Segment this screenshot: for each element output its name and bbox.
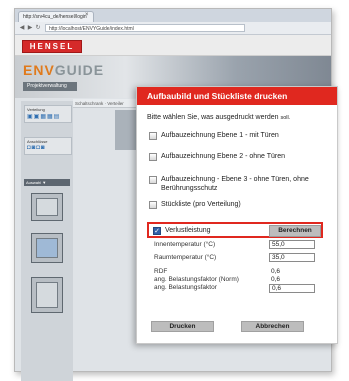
sidebar-section-anschluesse: Anschlüsse ◘◙◘◙ [24,137,72,155]
load-factor-field[interactable]: 0,6 [269,284,315,293]
inner-temperature-label: Innentemperatur (°C) [154,241,216,248]
forward-icon[interactable]: ▶ [27,25,33,31]
option-level2-label: Aufbauzeichnung Ebene 2 - ohne Türen [161,153,286,160]
connection-icons[interactable]: ◘◙◘◙ [27,145,46,151]
project-management-button[interactable]: Projektverwaltung [23,82,77,91]
calculate-button[interactable]: Berechnen [269,225,321,237]
option-level1-checkbox[interactable] [149,132,157,140]
room-temperature-field[interactable]: 35,0 [269,253,315,262]
sidebar-section-verteilung: Verteilung ▣▣▦▦▤ [24,105,72,123]
sidebar-selection-header[interactable]: Auswahl ▼ [24,179,70,186]
rdf-value: 0,6 [271,268,281,275]
hensel-logo[interactable]: HENSEL [22,40,82,53]
load-factor-norm-value: 0,6 [271,276,281,283]
cancel-button[interactable]: Abbrechen [241,321,304,332]
power-loss-label: Verlustleistung [165,227,211,234]
option-parts-list-label: Stückliste (pro Verteilung) [161,201,241,208]
sidebar-section-title: Verteilung [27,107,45,112]
browser-nav-bar: ◀ ▶ ↻ http://localhost/ENVYGuide/index.h… [15,22,331,35]
print-button[interactable]: Drucken [151,321,214,332]
print-dialog: Aufbaubild und Stückliste drucken Bitte … [136,86,338,344]
close-icon[interactable]: × [85,12,89,18]
rdf-label: RDF [154,268,168,275]
option-level2-checkbox[interactable] [149,153,157,161]
dialog-prompt: Bitte wählen Sie, was ausgedruckt werden… [147,114,291,121]
option-level1-label: Aufbauzeichnung Ebene 1 - mit Türen [161,132,279,139]
option-level3-label-continued: Berührungsschutz [161,185,218,192]
room-temperature-label: Raumtemperatur (°C) [154,254,217,261]
inner-temperature-field[interactable]: 55,0 [269,240,315,249]
site-header: HENSEL [15,35,331,56]
option-level3-checkbox[interactable] [149,176,157,184]
reload-icon[interactable]: ↻ [35,25,41,31]
back-icon[interactable]: ◀ [19,25,25,31]
envyguide-logo: ENVGUIDE [23,62,105,78]
address-bar[interactable]: http://localhost/ENVYGuide/index.html [45,24,245,32]
browser-tab-title: http://srv4cu_de/hensel/login [23,14,87,20]
enclosure-thumbnail[interactable] [31,277,63,313]
enclosure-thumbnail[interactable] [31,233,63,263]
power-loss-checkbox[interactable]: ✓ [153,227,161,235]
option-parts-list-checkbox[interactable] [149,201,157,209]
content-tab[interactable]: Schaltschrank · Verteiler [75,101,124,106]
sidebar-section-title: Anschlüsse [27,139,48,144]
option-level3-label: Aufbauzeichnung - Ebene 3 - ohne Türen, … [161,176,309,183]
load-factor-norm-label: ang. Belastungsfaktor (Norm) [154,276,239,283]
browser-tab[interactable]: http://srv4cu_de/hensel/login [18,11,94,22]
browser-tab-bar: http://srv4cu_de/hensel/login × [15,9,331,22]
sidebar: Verteilung ▣▣▦▦▤ Anschlüsse ◘◙◘◙ Auswahl… [21,101,73,381]
distribution-icons[interactable]: ▣▣▦▦▤ [27,113,60,120]
enclosure-thumbnail[interactable] [31,193,63,221]
dialog-title: Aufbaubild und Stückliste drucken [137,87,337,105]
power-loss-row: ✓ Verlustleistung Berechnen [147,222,323,238]
load-factor-label: ang. Belastungsfaktor [154,284,217,291]
